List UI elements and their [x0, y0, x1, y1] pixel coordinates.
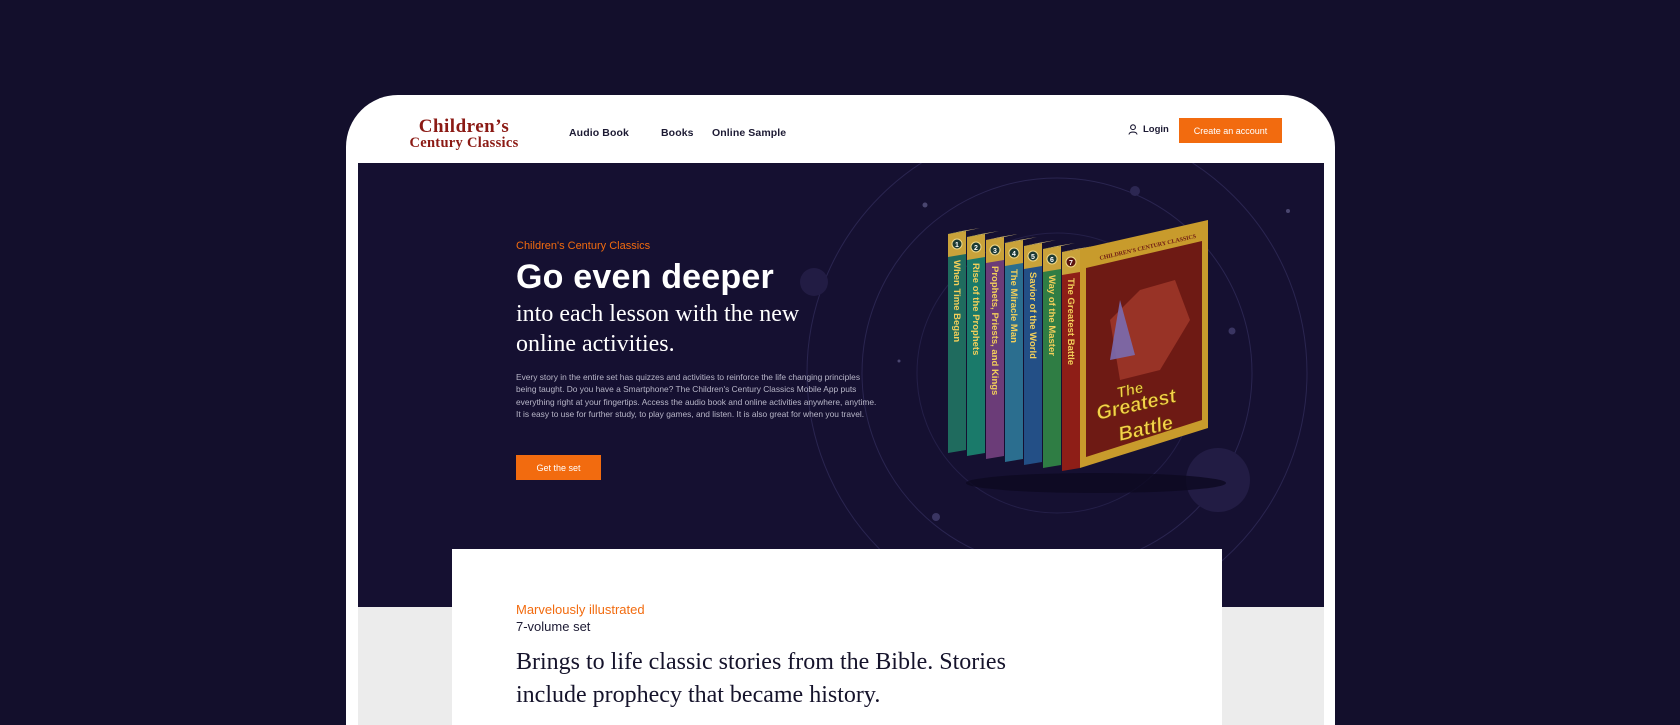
feature-subtitle: 7-volume set	[516, 619, 591, 634]
login-label: Login	[1143, 124, 1169, 135]
browser-frame: Children’s Century Classics Audio Book B…	[346, 95, 1335, 725]
book-number: 4	[1012, 251, 1016, 258]
book-number: 5	[1031, 254, 1035, 261]
logo-line-2: Century Classics	[409, 135, 519, 151]
feature-card: Marvelously illustrated 7-volume set Bri…	[452, 549, 1222, 725]
book-spine-title: Way of the Master	[1046, 275, 1057, 356]
front-book: 7The Greatest BattleCHILDREN'S CENTURY C…	[1062, 220, 1208, 471]
book-spine-title: Prophets, Priests, and Kings	[989, 266, 1000, 395]
hero-body: Every story in the entire set has quizze…	[516, 372, 877, 420]
top-nav: Children’s Century Classics Audio Book B…	[346, 95, 1335, 163]
book-spine-title: When Time Began	[951, 260, 962, 342]
feature-eyebrow: Marvelously illustrated	[516, 602, 645, 617]
book-spine-title: Savior of the World	[1027, 272, 1038, 359]
hero-subtitle: into each lesson with the new online act…	[516, 301, 800, 357]
book-number: 2	[974, 245, 978, 252]
book-number: 6	[1050, 257, 1054, 264]
nav-item-audio-book[interactable]: Audio Book	[569, 127, 629, 139]
book-set-image: 1 When Time Began 2 Rise of the Prophets 3 Pr…	[948, 220, 1226, 493]
hero-eyebrow: Children's Century Classics	[516, 240, 651, 252]
front-book-number: 7	[1069, 260, 1073, 267]
create-account-button[interactable]: Create an account	[1179, 118, 1282, 143]
get-the-set-button[interactable]: Get the set	[516, 455, 601, 480]
book-number: 3	[993, 248, 997, 255]
logo-line-1: Children’s	[418, 116, 510, 137]
book-spine-title: The Miracle Man	[1008, 269, 1019, 343]
book-shadow	[966, 473, 1226, 493]
hero-section: Children's Century Classics Go even deep…	[358, 163, 1324, 607]
nav-item-online-sample[interactable]: Online Sample	[712, 127, 786, 139]
hero-title: Go even deeper	[516, 258, 774, 296]
login-link[interactable]: Login	[1128, 124, 1169, 135]
site-logo[interactable]: Children’s Century Classics	[398, 117, 530, 151]
user-icon	[1128, 124, 1138, 135]
feature-text: Brings to life classic stories from the …	[516, 649, 1006, 708]
book-spine-title: Rise of the Prophets	[970, 263, 981, 355]
book-number: 1	[955, 242, 959, 249]
front-book-spine-title: The Greatest Battle	[1065, 278, 1076, 365]
nav-item-books[interactable]: Books	[661, 127, 694, 139]
